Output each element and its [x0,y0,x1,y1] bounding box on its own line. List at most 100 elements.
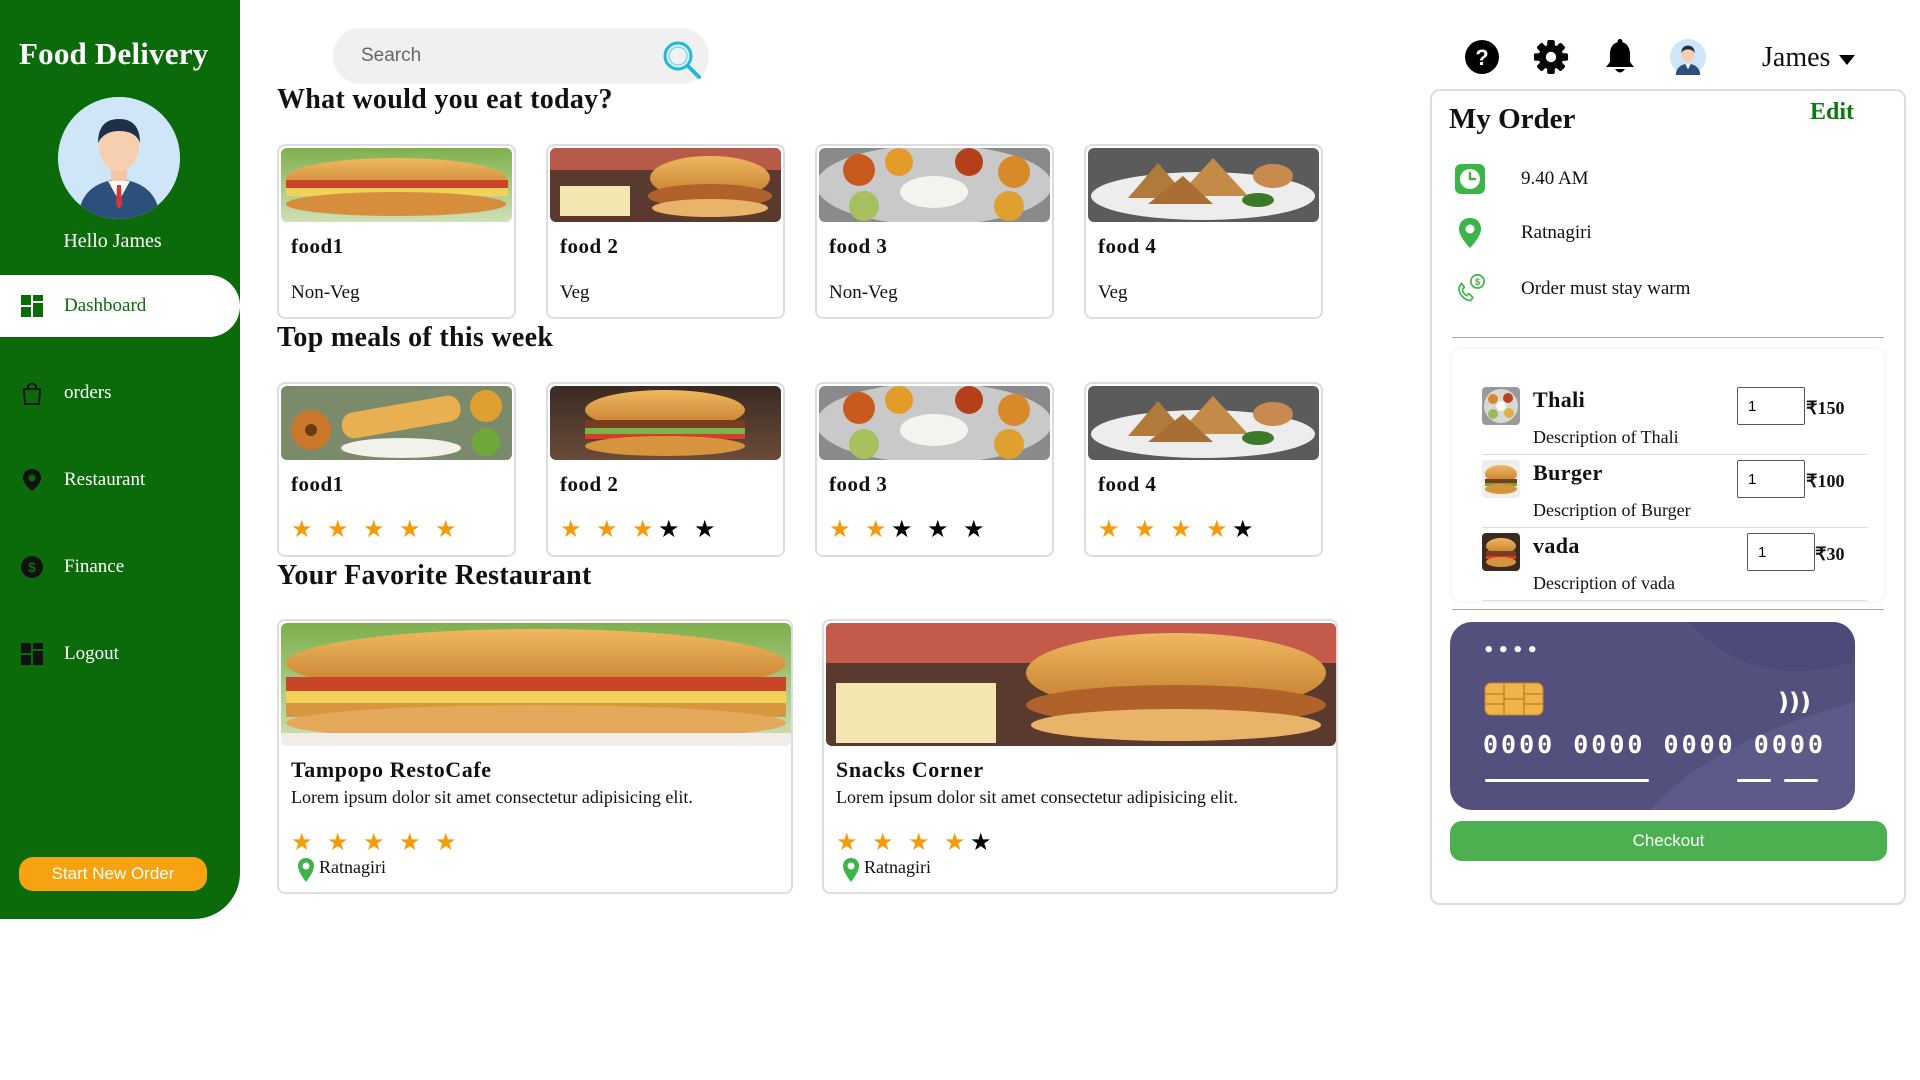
star-empty-icon: ★ [694,517,716,543]
svg-text:?: ? [1475,45,1488,70]
order-time: 9.40 AM [1454,163,1589,195]
rating-stars: ★ ★ ★ ★ ★ [291,518,471,542]
food-card[interactable]: food 2 Veg [546,144,785,319]
item-description: Description of Burger [1533,500,1691,520]
item-thumbnail [1482,533,1520,571]
svg-text:$: $ [1475,276,1481,287]
nav-label: Restaurant [64,469,146,490]
location-pin-icon [1454,217,1486,249]
edit-link[interactable]: Edit [1810,99,1854,126]
card-dots: •••• [1483,640,1542,661]
delivery-call-icon: $ [1454,273,1486,305]
star-empty-icon: ★ [891,517,913,543]
location-pin-icon [297,857,315,888]
card-line [1737,779,1771,782]
contactless-icon: ))) [1778,682,1822,721]
username: James [1762,42,1831,73]
nav-finance[interactable]: $ Finance [0,536,240,598]
star-filled-icon: ★ [363,517,385,543]
help-icon[interactable]: ? [1464,39,1500,75]
rating-stars: ★ ★ ★ ★ ★ [291,831,471,855]
meal-name: food1 [291,472,344,496]
section-title-top-meals: Top meals of this week [277,322,554,353]
star-filled-icon: ★ [1170,517,1192,543]
star-filled-icon: ★ [829,517,851,543]
nav-restaurant[interactable]: Restaurant [0,449,240,511]
restaurant-image [826,623,1336,746]
food-card[interactable]: food 3 Non-Veg [815,144,1054,319]
food-type: Non-Veg [291,282,360,303]
avatar[interactable] [1670,39,1706,75]
payment-card[interactable]: •••• ))) 0000 0000 0000 0000 [1450,622,1855,810]
food-card[interactable]: food1 Non-Veg [277,144,516,319]
item-price: ₹100 [1806,471,1845,491]
card-line [1485,779,1649,782]
meal-card[interactable]: food 4 ★ ★ ★ ★ ★ [1084,382,1323,557]
item-thumbnail [1482,387,1520,425]
restaurant-description: Lorem ipsum dolor sit amet consectetur a… [836,787,1238,807]
search-input[interactable] [361,41,651,71]
meal-image [550,386,781,460]
nav-label: Dashboard [64,295,147,316]
meal-card[interactable]: food 2 ★ ★ ★ ★ ★ [546,382,785,557]
star-filled-icon: ★ [944,830,966,856]
nav-dashboard[interactable]: Dashboard [0,275,240,337]
star-empty-icon: ★ [927,517,949,543]
section-title-favorite: Your Favorite Restaurant [277,560,592,591]
food-card[interactable]: food 4 Veg [1084,144,1323,319]
card-number: 0000 0000 0000 0000 [1483,730,1826,759]
star-empty-icon: ★ [1232,517,1254,543]
star-filled-icon: ★ [435,517,457,543]
food-name: food 2 [560,234,619,258]
shopping-bag-icon [20,381,44,405]
restaurant-description: Lorem ipsum dolor sit amet consectetur a… [291,787,693,807]
greeting: Hello James [63,230,162,252]
user-menu[interactable]: James [1762,42,1856,74]
star-filled-icon: ★ [908,830,930,856]
food-type: Veg [560,282,590,303]
checkout-button[interactable]: Checkout [1450,821,1887,861]
nav-logout[interactable]: Logout [0,623,240,685]
item-price: ₹30 [1815,544,1845,564]
quantity-input[interactable] [1747,533,1815,571]
star-filled-icon: ★ [435,830,457,856]
star-filled-icon: ★ [836,830,858,856]
star-filled-icon: ★ [399,517,421,543]
restaurant-image [281,623,791,746]
item-description: Description of vada [1533,573,1675,593]
star-empty-icon: ★ [658,517,680,543]
order-item: Burger Description of Burger ₹100 [1482,456,1867,528]
search-icon[interactable] [660,38,702,80]
order-panel: My Order Edit 9.40 AM Ratnagiri $ Order … [1430,89,1906,905]
order-title: My Order [1449,103,1576,135]
order-note: $ Order must stay warm [1454,273,1690,305]
item-price: ₹150 [1806,398,1845,418]
nav-orders[interactable]: orders [0,362,240,424]
food-image [819,148,1050,222]
divider [1452,609,1884,610]
item-description: Description of Thali [1533,427,1679,447]
avatar [58,97,180,219]
bell-icon[interactable] [1602,39,1638,75]
start-new-order-button[interactable]: Start New Order [19,857,207,891]
quantity-input[interactable] [1737,460,1805,498]
restaurant-card[interactable]: Snacks Corner Lorem ipsum dolor sit amet… [822,619,1338,894]
food-name: food 3 [829,234,888,258]
meal-image [1088,386,1319,460]
gear-icon[interactable] [1533,39,1569,75]
card-line [1784,779,1818,782]
order-items: Thali Description of Thali ₹150 Burger D… [1452,349,1884,601]
meal-card[interactable]: food1 ★ ★ ★ ★ ★ [277,382,516,557]
quantity-input[interactable] [1737,387,1805,425]
meal-card[interactable]: food 3 ★ ★ ★ ★ ★ [815,382,1054,557]
search-bar [333,28,709,84]
location-text: Ratnagiri [319,857,386,877]
location-pin-icon [842,857,860,888]
dollar-coin-icon: $ [20,555,44,579]
item-thumbnail [1482,460,1520,498]
star-filled-icon: ★ [291,830,313,856]
restaurant-card[interactable]: Tampopo RestoCafe Lorem ipsum dolor sit … [277,619,793,894]
star-filled-icon: ★ [560,517,582,543]
star-empty-icon: ★ [970,830,992,856]
svg-text:$: $ [28,559,36,575]
